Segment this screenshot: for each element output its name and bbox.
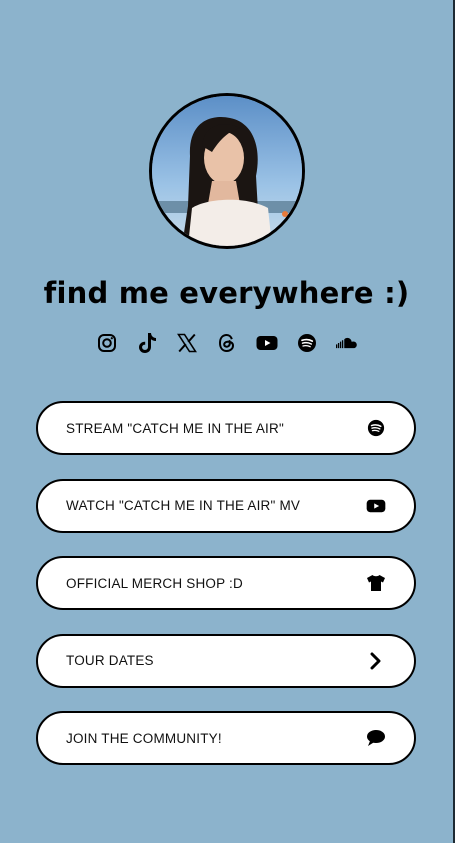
tour-dates-link-button[interactable]: TOUR DATES — [36, 633, 416, 688]
avatar — [149, 93, 305, 249]
link-label: JOIN THE COMMUNITY! — [66, 730, 222, 746]
page-title: find me everywhere :) — [43, 276, 410, 310]
spotify-icon[interactable] — [296, 332, 318, 354]
stream-link-button[interactable]: STREAM "CATCH ME IN THE AIR" — [36, 401, 416, 455]
soundcloud-icon[interactable] — [335, 332, 358, 354]
merch-shop-link-button[interactable]: OFFICIAL MERCH SHOP :D — [36, 556, 416, 610]
chat-bubble-icon — [366, 728, 386, 748]
spotify-icon — [366, 418, 386, 438]
chevron-right-icon — [366, 651, 386, 671]
link-label: TOUR DATES — [66, 653, 154, 668]
link-list: STREAM "CATCH ME IN THE AIR" WATCH "CATC… — [36, 401, 416, 789]
instagram-icon[interactable] — [96, 332, 118, 354]
link-label: STREAM "CATCH ME IN THE AIR" — [66, 420, 284, 436]
threads-icon[interactable] — [216, 332, 238, 354]
social-icons-row — [0, 332, 453, 354]
tiktok-icon[interactable] — [136, 332, 158, 354]
x-icon[interactable] — [176, 332, 198, 354]
youtube-icon[interactable] — [256, 332, 278, 354]
community-link-button[interactable]: JOIN THE COMMUNITY! — [36, 711, 416, 765]
youtube-icon — [366, 496, 386, 516]
watch-mv-link-button[interactable]: WATCH "CATCH ME IN THE AIR" MV — [36, 478, 416, 533]
link-label: OFFICIAL MERCH SHOP :D — [66, 575, 243, 591]
tshirt-icon — [366, 573, 386, 593]
link-label: WATCH "CATCH ME IN THE AIR" MV — [66, 498, 301, 513]
